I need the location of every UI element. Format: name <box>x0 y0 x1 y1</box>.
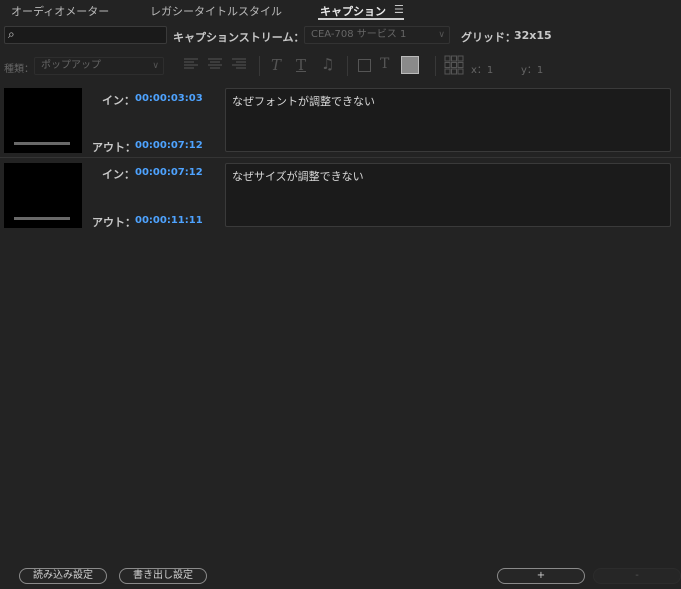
caption-thumbnail <box>4 163 82 228</box>
import-settings-button[interactable]: 読み込み設定 <box>19 568 107 584</box>
caption-row[interactable]: イン： 00:00:07:12 アウト： 00:00:11:11 なぜサイズが調… <box>0 163 681 235</box>
music-note-icon[interactable]: ♫ <box>321 55 334 73</box>
out-timecode[interactable]: 00:00:11:11 <box>135 215 203 226</box>
tab-captions[interactable]: キャプション <box>320 3 386 19</box>
in-label: イン： <box>102 94 135 107</box>
caption-text-field[interactable]: なぜフォントが調整できない <box>225 88 671 152</box>
remove-caption-button[interactable]: - <box>593 568 681 584</box>
caption-stream-label: キャプションストリーム： <box>173 31 305 44</box>
position-y: y：1 <box>521 65 544 76</box>
caption-stream-value: CEA-708 サービス 1 <box>311 29 407 40</box>
position-x: x：1 <box>471 65 494 76</box>
position-grid-icon[interactable] <box>444 55 464 78</box>
row-divider <box>0 157 681 158</box>
out-label: アウト： <box>92 141 136 154</box>
chevron-down-icon: ∨ <box>152 61 159 71</box>
grid-label: グリッド： <box>461 31 516 44</box>
align-right-icon[interactable] <box>231 56 247 75</box>
out-timecode[interactable]: 00:00:07:12 <box>135 140 203 151</box>
caption-text-field[interactable]: なぜサイズが調整できない <box>225 163 671 227</box>
toolbar-divider <box>259 56 260 76</box>
text-color-icon[interactable]: T <box>380 56 389 72</box>
type-label: 種類： <box>4 64 34 75</box>
thumbnail-caption-preview <box>14 142 70 145</box>
panel-tabs: オーディオメーター レガシータイトルスタイル キャプション ☰ <box>0 0 681 20</box>
type-value: ポップアップ <box>41 60 101 71</box>
background-color-icon[interactable] <box>358 59 371 72</box>
search-icon: ⌕ <box>8 27 15 41</box>
active-tab-indicator <box>318 18 404 20</box>
in-timecode[interactable]: 00:00:03:03 <box>135 93 203 104</box>
caption-stream-select[interactable]: CEA-708 サービス 1 ∨ <box>304 26 450 44</box>
in-timecode[interactable]: 00:00:07:12 <box>135 167 203 178</box>
chevron-down-icon: ∨ <box>438 30 445 40</box>
thumbnail-caption-preview <box>14 217 70 220</box>
toolbar-divider <box>435 56 436 76</box>
in-label: イン： <box>102 168 135 181</box>
hamburger-menu-icon[interactable]: ☰ <box>394 3 404 16</box>
align-center-icon[interactable] <box>207 56 223 75</box>
tab-audio-meters[interactable]: オーディオメーター <box>11 3 109 19</box>
toolbar-divider <box>347 56 348 76</box>
color-swatch[interactable] <box>401 56 419 74</box>
italic-icon[interactable]: T <box>271 56 281 74</box>
caption-thumbnail <box>4 88 82 153</box>
search-input[interactable]: ⌕ <box>4 26 167 44</box>
type-select[interactable]: ポップアップ ∨ <box>34 57 164 75</box>
underline-icon[interactable]: T <box>296 56 306 74</box>
out-label: アウト： <box>92 216 136 229</box>
align-left-icon[interactable] <box>183 56 199 75</box>
tab-legacy-title-styles[interactable]: レガシータイトルスタイル <box>150 3 282 19</box>
grid-value: 32x15 <box>514 29 552 42</box>
add-caption-button[interactable]: + <box>497 568 585 584</box>
caption-row[interactable]: イン： 00:00:03:03 アウト： 00:00:07:12 なぜフォントが… <box>0 88 681 160</box>
export-settings-button[interactable]: 書き出し設定 <box>119 568 207 584</box>
